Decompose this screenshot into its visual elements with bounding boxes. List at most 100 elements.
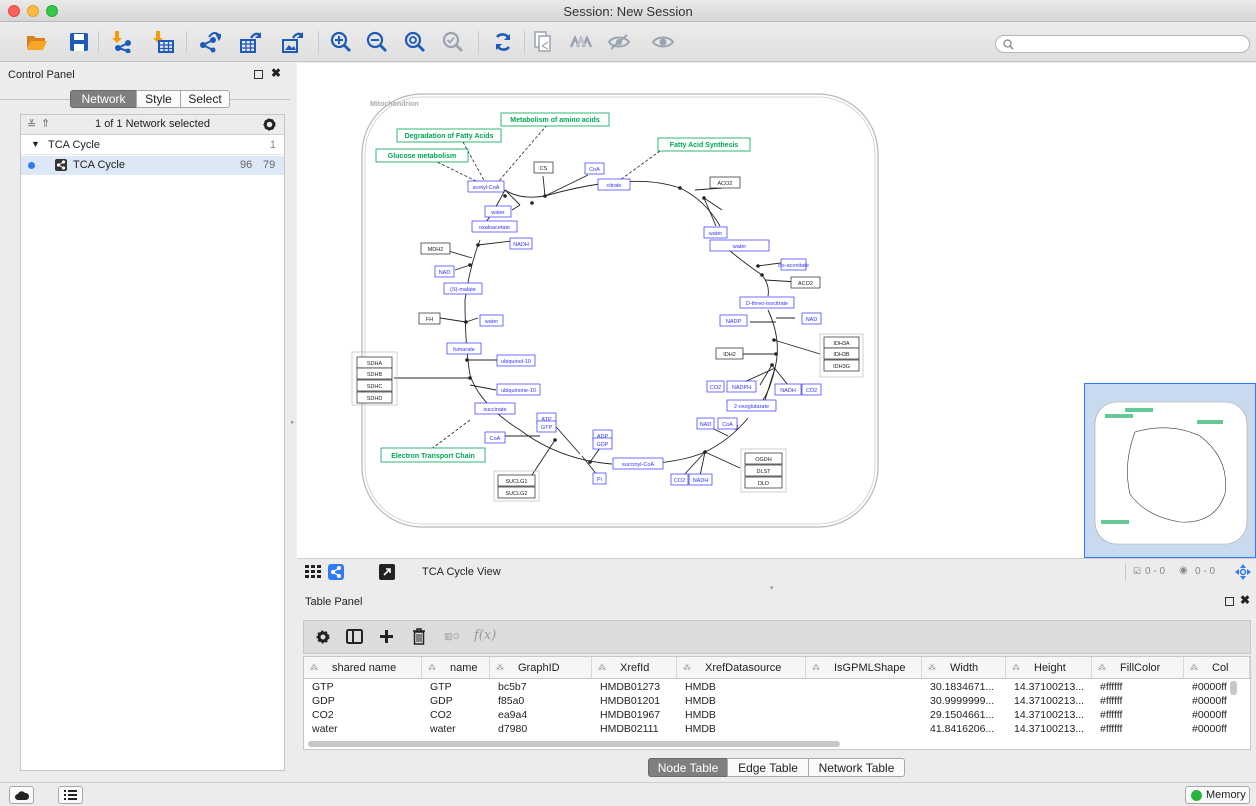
metabolite-node[interactable]: NADH	[688, 473, 713, 486]
gene-node[interactable]: SDHB	[356, 367, 393, 380]
float-panel-icon[interactable]	[254, 70, 263, 79]
table-cell[interactable]: 14.37100213...	[1006, 723, 1092, 737]
table-row[interactable]: GTP GTP bc5b7 HMDB01273 HMDB 30.1834671... 14.…	[304, 681, 1250, 695]
table-cell[interactable]: HMDB02111	[592, 723, 677, 737]
export-image-icon[interactable]	[280, 30, 306, 54]
link-table-icon[interactable]: ▥⊙	[444, 631, 460, 642]
show-all-icon[interactable]	[568, 30, 594, 54]
metabolite-node[interactable]: GDP	[592, 437, 613, 450]
gene-node[interactable]: SUCLG1	[497, 474, 536, 487]
metabolite-node[interactable]: ubiquinol-10	[496, 354, 536, 367]
metabolite-node[interactable]: CoA	[717, 417, 738, 430]
metabolite-node[interactable]: NAD	[434, 265, 455, 278]
table-cell[interactable]	[806, 695, 922, 709]
table-cell[interactable]: #ffffff	[1092, 681, 1184, 695]
column-visibility-icon[interactable]	[346, 629, 363, 644]
table-cell[interactable]: #0000ff	[1184, 709, 1250, 723]
gene-node[interactable]: SUCLG2	[497, 486, 536, 499]
gene-node[interactable]: OGDH	[744, 452, 783, 465]
gene-node[interactable]: SDHD	[356, 391, 393, 404]
table-cell[interactable]: GTP	[422, 681, 490, 695]
network-canvas[interactable]: Mitochondrion Metabolism of amino acids …	[297, 63, 1256, 558]
table-cell[interactable]: bc5b7	[490, 681, 592, 695]
gear-icon[interactable]	[263, 118, 276, 131]
tab-select[interactable]: Select	[180, 90, 230, 108]
metabolite-node[interactable]: NADP	[719, 314, 748, 327]
zoom-fit-icon[interactable]	[402, 30, 428, 54]
detach-view-icon[interactable]	[379, 564, 395, 580]
metabolite-node[interactable]: CO2	[801, 383, 822, 396]
table-cell[interactable]: 41.8416206...	[922, 723, 1006, 737]
column-header[interactable]: ⁂ FillColor	[1092, 657, 1184, 679]
table-settings-gear-icon[interactable]	[316, 630, 330, 644]
table-cell[interactable]	[806, 709, 922, 723]
table-cell[interactable]: #ffffff	[1092, 695, 1184, 709]
gene-node[interactable]: SDHC	[356, 379, 393, 392]
table-cell[interactable]: CO2	[304, 709, 422, 723]
table-cell[interactable]: HMDB01967	[592, 709, 677, 723]
tab-style[interactable]: Style	[136, 90, 181, 108]
table-cell[interactable]: GDP	[304, 695, 422, 709]
gene-node[interactable]: IDH2	[715, 347, 744, 360]
metabolite-node[interactable]: cis-aconitate	[778, 258, 809, 271]
close-table-panel-icon[interactable]: ✖	[1240, 593, 1250, 607]
table-cell[interactable]: water	[304, 723, 422, 737]
tab-network[interactable]: Network	[70, 90, 137, 108]
gene-node[interactable]: MDH2	[420, 242, 451, 255]
table-cell[interactable]: GTP	[304, 681, 422, 695]
table-cell[interactable]: #0000ff	[1184, 723, 1250, 737]
table-cell[interactable]: water	[422, 723, 490, 737]
search-input[interactable]	[995, 35, 1250, 53]
metabolite-node[interactable]: NAD	[801, 312, 822, 325]
horizontal-scrollbar[interactable]	[308, 741, 840, 747]
new-network-icon[interactable]	[530, 30, 556, 54]
column-header[interactable]: ⁂ IsGPMLShape	[806, 657, 922, 679]
metabolite-node[interactable]: acetyl-CoA	[467, 180, 505, 193]
save-session-icon[interactable]	[66, 30, 92, 54]
function-builder-icon[interactable]: f(x)	[474, 628, 496, 643]
grid-view-icon[interactable]	[305, 565, 322, 579]
table-cell[interactable]: 30.1834671...	[922, 681, 1006, 695]
tab-edge-table[interactable]: Edge Table	[727, 758, 809, 777]
metabolite-node[interactable]: succinyl-CoA	[612, 457, 664, 470]
table-cell[interactable]: f85a0	[490, 695, 592, 709]
overview-navigator[interactable]	[1084, 383, 1256, 558]
table-cell[interactable]: ea9a4	[490, 709, 592, 723]
metabolite-node[interactable]: GTP	[536, 420, 557, 433]
table-cell[interactable]: HMDB01201	[592, 695, 677, 709]
open-session-icon[interactable]	[24, 30, 50, 54]
add-column-icon[interactable]	[379, 629, 394, 644]
table-cell[interactable]: 30.9999999...	[922, 695, 1006, 709]
metabolite-node[interactable]: 2-oxoglutarate	[726, 399, 777, 412]
metabolite-node[interactable]: succinate	[474, 402, 516, 415]
import-network-icon[interactable]	[108, 30, 134, 54]
metabolite-node[interactable]: NADPH	[726, 380, 757, 393]
show-icon[interactable]	[650, 30, 676, 54]
zoom-selected-icon[interactable]	[440, 30, 466, 54]
column-header[interactable]: ⁂ GraphID	[490, 657, 592, 679]
gene-node[interactable]: FH	[418, 312, 441, 325]
node-table[interactable]: ⁂ shared name ⁂ name ⁂ GraphID ⁂ XrefId ⁂ XrefDat…	[303, 656, 1251, 750]
navigator-toggle-icon[interactable]	[1234, 563, 1252, 581]
metabolite-node[interactable]: water	[703, 226, 728, 239]
metabolite-node[interactable]: CO2	[670, 473, 689, 486]
vertical-scrollbar[interactable]	[1230, 681, 1237, 695]
zoom-out-icon[interactable]	[364, 30, 390, 54]
table-cell[interactable]: HMDB	[677, 709, 806, 723]
table-cell[interactable]: HMDB	[677, 681, 806, 695]
expand-triangle-icon[interactable]: ▼	[31, 139, 40, 149]
table-cell[interactable]: #ffffff	[1092, 709, 1184, 723]
close-panel-icon[interactable]: ✖	[271, 66, 281, 80]
metabolite-node[interactable]: water	[709, 239, 770, 252]
table-cell[interactable]: GDP	[422, 695, 490, 709]
network-view-icon[interactable]	[328, 564, 344, 580]
table-cell[interactable]: CO2	[422, 709, 490, 723]
table-cell[interactable]: #0000ff	[1184, 681, 1250, 695]
float-table-panel-icon[interactable]	[1225, 597, 1234, 606]
task-list-button[interactable]	[58, 786, 83, 804]
table-cell[interactable]: 29.1504661...	[922, 709, 1006, 723]
table-row[interactable]: GDP GDP f85a0 HMDB01201 HMDB 30.9999999... 14.…	[304, 695, 1250, 709]
memory-button[interactable]: Memory	[1185, 786, 1250, 804]
metabolite-node[interactable]: water	[484, 205, 512, 218]
export-table-icon[interactable]	[238, 30, 264, 54]
